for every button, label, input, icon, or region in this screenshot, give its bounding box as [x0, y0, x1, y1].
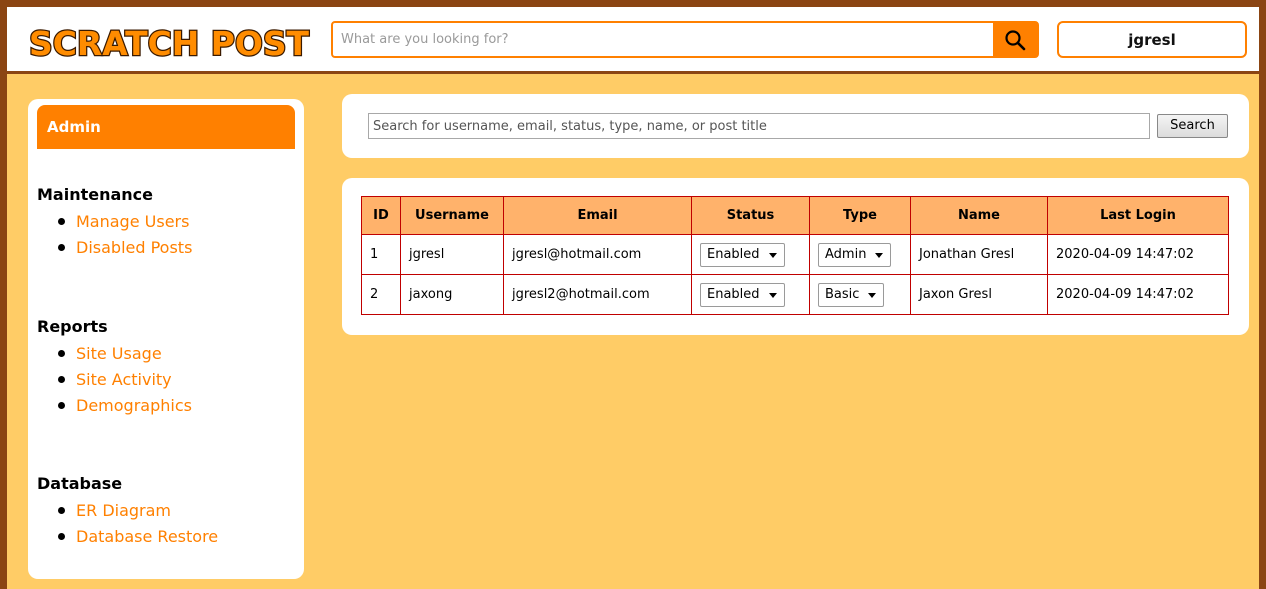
menu-item-manage-users[interactable]: Manage Users — [58, 209, 192, 235]
user-account-box[interactable]: jgresl — [1057, 21, 1247, 58]
type-select[interactable]: Basic — [818, 282, 885, 307]
column-header-username: Username — [400, 196, 504, 235]
cell-username: jaxong — [400, 274, 504, 315]
column-header-email: Email — [503, 196, 692, 235]
section-title-reports: Reports — [37, 317, 108, 336]
section-title-maintenance: Maintenance — [37, 185, 154, 204]
top-bar: SCRATCH POST jgresl — [7, 7, 1259, 74]
menu-item-er-diagram[interactable]: ER Diagram — [58, 498, 218, 524]
global-search — [331, 21, 1039, 58]
cell-type: Basic — [809, 274, 911, 315]
global-search-input[interactable] — [333, 23, 1009, 56]
user-search-panel: Search — [342, 94, 1249, 158]
status-select[interactable]: Enabled — [700, 242, 785, 267]
reports-menu: Site Usage Site Activity Demographics — [58, 341, 192, 419]
table-row: 1 jgresl jgresl@hotmail.com Enabled Admi… — [361, 234, 1229, 275]
menu-item-site-usage[interactable]: Site Usage — [58, 341, 192, 367]
users-table-panel: ID Username Email Status Type Name Last … — [342, 178, 1249, 335]
menu-item-site-activity[interactable]: Site Activity — [58, 367, 192, 393]
table-header-row: ID Username Email Status Type Name Last … — [361, 196, 1229, 235]
cell-last-login: 2020-04-09 14:47:02 — [1047, 234, 1229, 275]
magnifier-icon — [1005, 29, 1026, 50]
cell-type: Admin — [809, 234, 911, 275]
cell-last-login: 2020-04-09 14:47:02 — [1047, 274, 1229, 315]
app-frame: SCRATCH POST jgresl Admin Maintenance Ma… — [7, 7, 1259, 589]
menu-item-disabled-posts[interactable]: Disabled Posts — [58, 235, 192, 261]
maintenance-menu: Manage Users Disabled Posts — [58, 209, 192, 261]
database-menu: ER Diagram Database Restore — [58, 498, 218, 550]
user-search-button[interactable]: Search — [1157, 114, 1228, 138]
cell-status: Enabled — [691, 274, 810, 315]
user-search-input[interactable] — [368, 113, 1150, 139]
cell-email: jgresl2@hotmail.com — [503, 274, 692, 315]
users-table: ID Username Email Status Type Name Last … — [361, 196, 1229, 315]
cell-id: 2 — [361, 274, 401, 315]
cell-email: jgresl@hotmail.com — [503, 234, 692, 275]
column-header-last-login: Last Login — [1047, 196, 1229, 235]
section-title-database: Database — [37, 474, 123, 493]
cell-name: Jonathan Gresl — [910, 234, 1048, 275]
column-header-id: ID — [361, 196, 401, 235]
admin-sidebar: Admin Maintenance Manage Users Disabled … — [28, 99, 304, 579]
menu-item-database-restore[interactable]: Database Restore — [58, 524, 218, 550]
username-label: jgresl — [1128, 30, 1176, 49]
type-select[interactable]: Admin — [818, 242, 892, 267]
svg-text:SCRATCH POST: SCRATCH POST — [29, 24, 309, 63]
scratch-post-logo[interactable]: SCRATCH POST — [25, 19, 315, 65]
column-header-status: Status — [691, 196, 810, 235]
status-select[interactable]: Enabled — [700, 282, 785, 307]
column-header-name: Name — [910, 196, 1048, 235]
column-header-type: Type — [809, 196, 911, 235]
global-search-button[interactable] — [993, 23, 1037, 56]
cell-username: jgresl — [400, 234, 504, 275]
cell-name: Jaxon Gresl — [910, 274, 1048, 315]
cell-status: Enabled — [691, 234, 810, 275]
cell-id: 1 — [361, 234, 401, 275]
menu-item-demographics[interactable]: Demographics — [58, 393, 192, 419]
table-row: 2 jaxong jgresl2@hotmail.com Enabled Bas… — [361, 274, 1229, 315]
admin-heading: Admin — [37, 105, 295, 149]
